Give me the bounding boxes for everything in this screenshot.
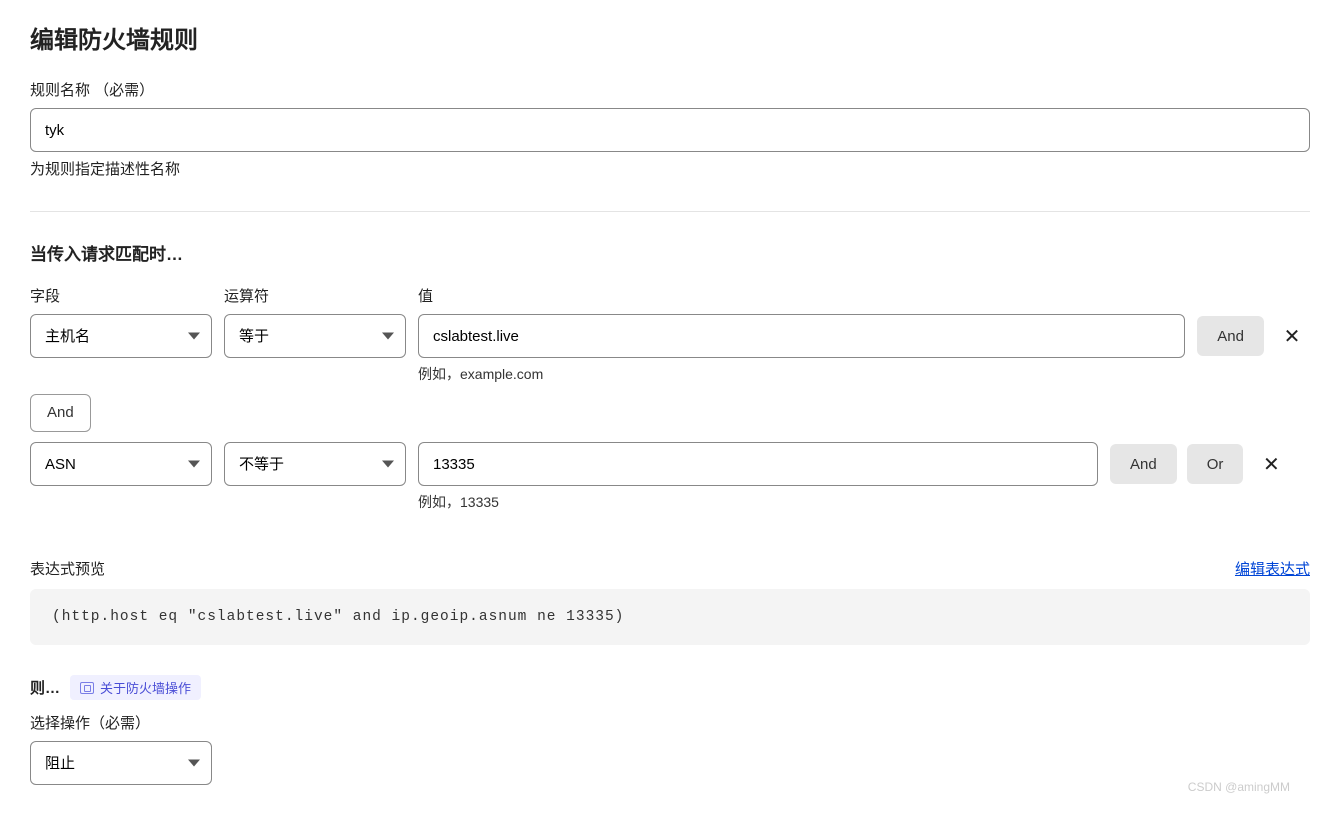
field-select[interactable]: 主机名	[30, 314, 212, 358]
book-icon	[80, 682, 94, 694]
select-action-label: 选择操作（必需）	[30, 712, 1310, 733]
value-input[interactable]	[418, 442, 1098, 486]
section-divider	[30, 211, 1310, 212]
remove-row-button[interactable]: ✕	[1253, 446, 1289, 482]
rule-name-input[interactable]	[30, 108, 1310, 152]
rule-row: 主机名 等于 例如，example.com And ✕	[30, 314, 1310, 384]
rule-name-hint: 为规则指定描述性名称	[30, 158, 1310, 179]
firewall-action-help-link[interactable]: 关于防火墙操作	[70, 675, 201, 700]
close-icon: ✕	[1263, 452, 1280, 477]
expression-preview: (http.host eq "cslabtest.live" and ip.ge…	[30, 589, 1310, 645]
col-field-label: 字段	[30, 285, 212, 306]
page-title: 编辑防火墙规则	[30, 20, 1310, 55]
watermark: CSDN @amingMM	[1188, 780, 1290, 794]
operator-select[interactable]: 不等于	[224, 442, 406, 486]
edit-expression-link[interactable]: 编辑表达式	[1235, 558, 1310, 579]
match-heading: 当传入请求匹配时…	[30, 240, 1310, 265]
field-select[interactable]: ASN	[30, 442, 212, 486]
columns-header: 字段 运算符 值	[30, 285, 1310, 306]
value-hint: 例如，example.com	[418, 364, 1185, 384]
col-value-label: 值	[418, 285, 1310, 306]
value-hint: 例如，13335	[418, 492, 1098, 512]
rule-row: ASN 不等于 例如，13335 And Or ✕	[30, 442, 1310, 512]
action-select[interactable]: 阻止	[30, 741, 212, 785]
value-input[interactable]	[418, 314, 1185, 358]
close-icon: ✕	[1284, 324, 1301, 349]
remove-row-button[interactable]: ✕	[1274, 318, 1310, 354]
help-text: 关于防火墙操作	[100, 678, 191, 697]
and-button[interactable]: And	[1110, 444, 1177, 484]
rule-name-label: 规则名称 （必需）	[30, 79, 1310, 100]
col-operator-label: 运算符	[224, 285, 406, 306]
and-button[interactable]: And	[1197, 316, 1264, 356]
or-button[interactable]: Or	[1187, 444, 1244, 484]
operator-select[interactable]: 等于	[224, 314, 406, 358]
and-connector: And	[30, 394, 91, 432]
expression-preview-label: 表达式预览	[30, 558, 105, 579]
then-label: 则…	[30, 677, 60, 698]
